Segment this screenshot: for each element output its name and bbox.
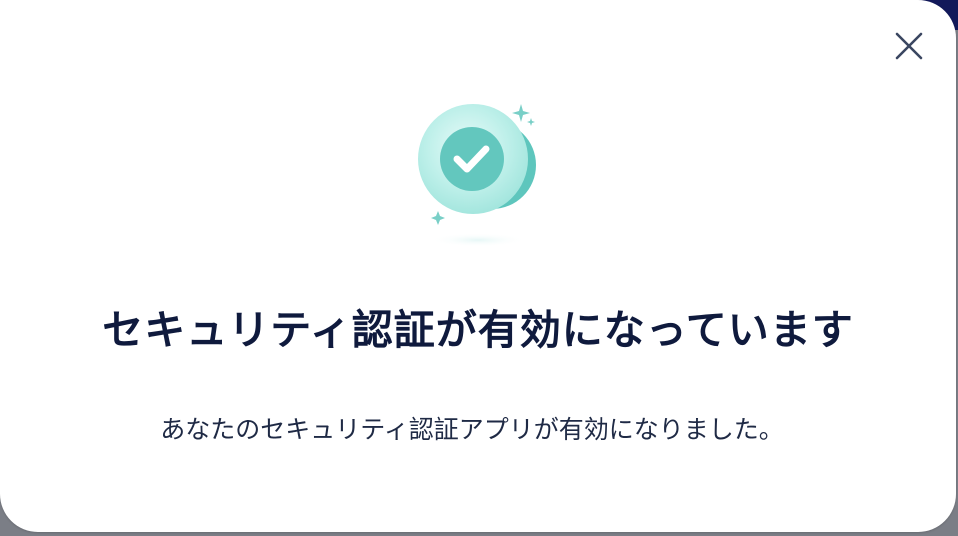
- close-button[interactable]: [890, 27, 928, 65]
- close-icon: [895, 32, 923, 60]
- dialog-message: あなたのセキュリティ認証アプリが有効になりました。: [160, 415, 784, 444]
- success-dialog: セキュリティ認証が有効になっています あなたのセキュリティ認証アプリが有効になり…: [0, 0, 956, 532]
- check-circle-icon: [418, 104, 536, 247]
- dialog-title: セキュリティ認証が有効になっています: [102, 306, 854, 354]
